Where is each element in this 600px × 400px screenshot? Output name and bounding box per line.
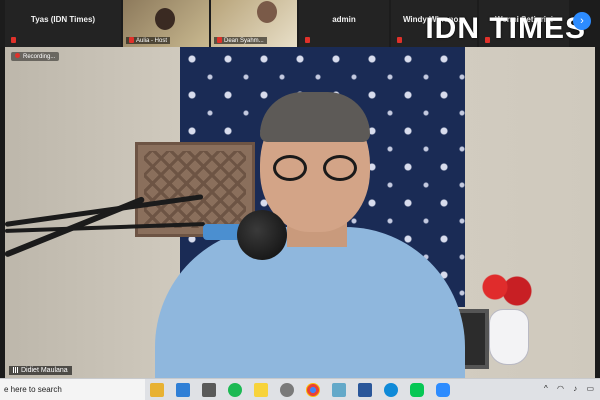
vase xyxy=(489,309,529,365)
glasses-right xyxy=(323,155,357,181)
glasses-left xyxy=(273,155,307,181)
participant-name: admin xyxy=(332,15,356,24)
system-tray: ^ ◠ ♪ ▭ xyxy=(537,384,594,393)
recording-indicator: Recording... xyxy=(11,52,60,61)
mic-muted-icon xyxy=(11,37,16,43)
participant-name: Tyas (IDN Times) xyxy=(30,15,96,24)
microphone xyxy=(237,210,287,260)
paint-icon[interactable] xyxy=(280,383,294,397)
file-explorer-icon[interactable] xyxy=(150,383,164,397)
chrome-icon[interactable] xyxy=(306,383,320,397)
chevron-up-icon[interactable]: ^ xyxy=(544,384,548,393)
participant-tile-aulia[interactable]: Aulia - Host xyxy=(123,0,209,47)
participant-video xyxy=(155,8,175,30)
active-speaker-video: Recording... Didiet Maulana xyxy=(5,47,595,378)
participant-tile-dean[interactable]: Dean Syahm... xyxy=(211,0,297,47)
volume-icon[interactable]: ♪ xyxy=(573,384,577,393)
mute-indicator xyxy=(302,37,315,44)
sticky-notes-icon[interactable] xyxy=(254,383,268,397)
line-icon[interactable] xyxy=(410,383,424,397)
chevron-right-circle-icon[interactable]: › xyxy=(573,12,591,30)
taskbar-search-box[interactable]: e here to search xyxy=(0,379,145,400)
store-icon[interactable] xyxy=(202,383,216,397)
zoom-meeting-window: Tyas (IDN Times) Aulia - Host Dean Syahm… xyxy=(0,0,600,400)
wifi-icon[interactable]: ◠ xyxy=(557,384,564,393)
participant-tile-admin[interactable]: admin xyxy=(299,0,389,47)
spotify-icon[interactable] xyxy=(228,383,242,397)
word-icon[interactable] xyxy=(358,383,372,397)
signal-bars-icon xyxy=(13,367,19,373)
participant-caption: Aulia - Host xyxy=(126,37,171,44)
windows-taskbar: e here to search ^ ◠ ♪ ▭ xyxy=(0,378,600,400)
battery-icon[interactable]: ▭ xyxy=(586,384,594,393)
mute-indicator xyxy=(8,37,21,44)
gallery-strip: Tyas (IDN Times) Aulia - Host Dean Syahm… xyxy=(0,0,600,47)
participant-video xyxy=(257,1,277,23)
mute-indicator xyxy=(394,37,407,44)
notepad-icon[interactable] xyxy=(332,383,346,397)
mic-muted-icon xyxy=(305,37,310,43)
speaker-name-label: Didiet Maulana xyxy=(9,366,72,375)
idn-times-watermark: IDN TIMES xyxy=(425,12,586,45)
zoom-icon[interactable] xyxy=(436,383,450,397)
recording-dot-icon xyxy=(15,53,20,58)
participant-caption: Dean Syahm... xyxy=(214,37,267,44)
participant-tile-tyas[interactable]: Tyas (IDN Times) xyxy=(5,0,121,47)
red-flowers xyxy=(475,269,537,311)
mic-muted-icon xyxy=(397,37,402,43)
mic-muted-icon xyxy=(129,37,134,43)
edge-icon[interactable] xyxy=(384,383,398,397)
edge-l-icon[interactable] xyxy=(176,383,190,397)
mic-muted-icon xyxy=(217,37,222,43)
